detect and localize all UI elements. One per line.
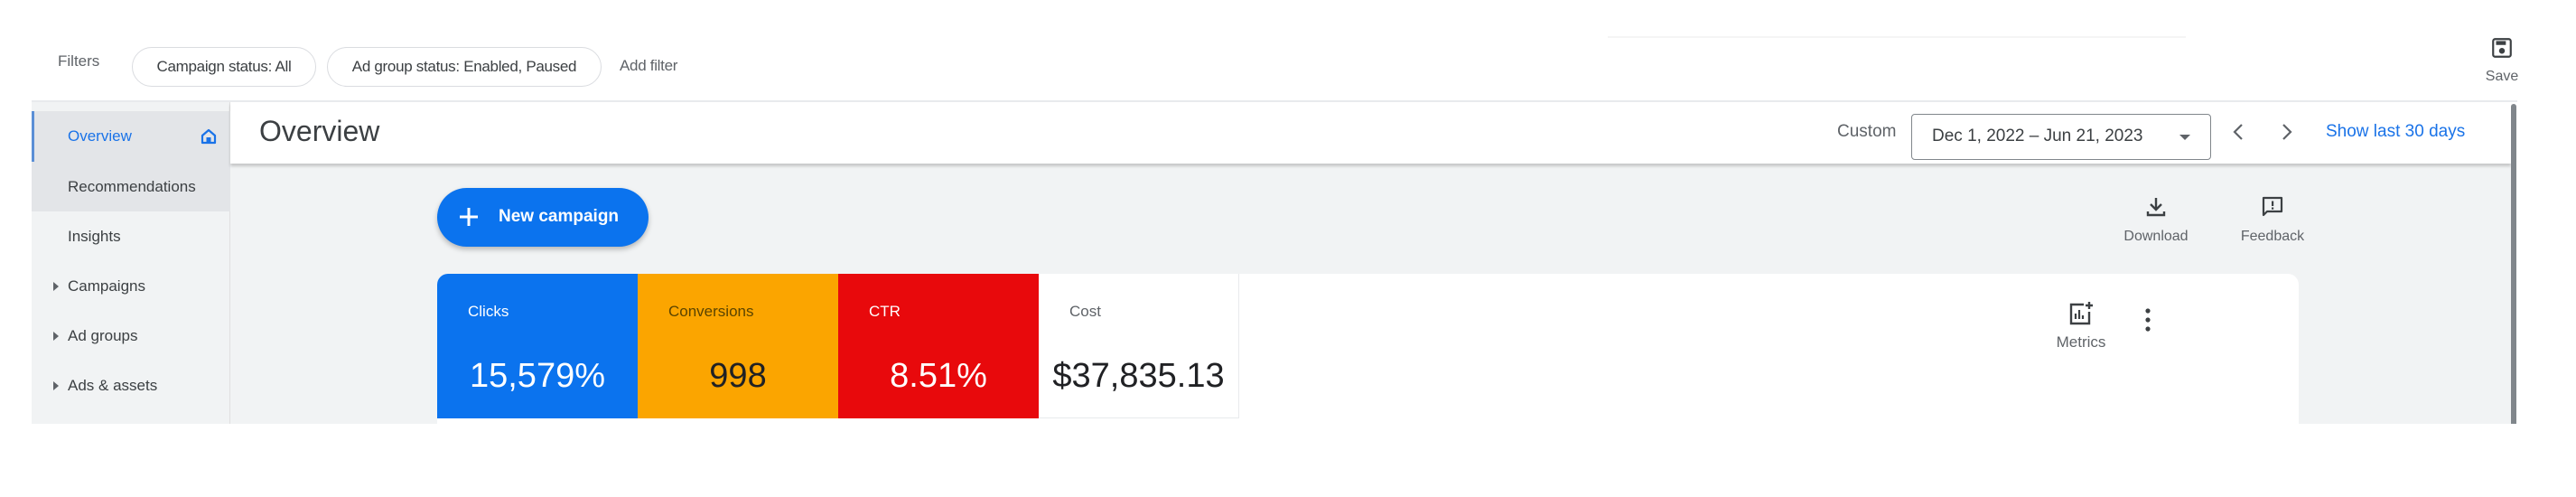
sidebar-item-recommendations[interactable]: Recommendations	[32, 162, 230, 211]
metric-label: Conversions	[668, 303, 754, 320]
date-range-value: Dec 1, 2022 – Jun 21, 2023	[1932, 127, 2143, 145]
sidebar-item-label: Campaigns	[68, 277, 145, 295]
metric-value: $37,835.13	[1052, 357, 1225, 395]
sidebar-item-ad-groups[interactable]: Ad groups	[32, 311, 230, 361]
metric-value: 998	[709, 357, 767, 395]
expand-caret-icon	[53, 380, 59, 390]
sidebar-item-insights[interactable]: Insights	[32, 211, 230, 261]
metric-tile-cost[interactable]: Cost $37,835.13	[1039, 274, 1239, 418]
sidebar: Overview Recommendations Insights Campai…	[32, 102, 230, 424]
feedback-label: Feedback	[2240, 229, 2305, 244]
date-range-picker[interactable]: Dec 1, 2022 – Jun 21, 2023	[1911, 114, 2211, 160]
filters-label: Filters	[58, 52, 100, 70]
download-icon	[2146, 198, 2166, 217]
metric-tile-clicks[interactable]: Clicks 15,579%	[437, 274, 638, 418]
metric-label: Clicks	[468, 303, 509, 320]
download-label: Download	[2123, 229, 2189, 244]
metric-label: CTR	[869, 303, 901, 320]
metrics-button[interactable]: Metrics	[2040, 301, 2122, 364]
expand-caret-icon	[53, 331, 59, 341]
page-header: Overview Custom Dec 1, 2022 – Jun 21, 20…	[230, 102, 2511, 164]
chevron-right-icon[interactable]	[2273, 118, 2301, 145]
performance-card: Clicks 15,579% Conversions 998 CTR 8.51%…	[437, 274, 2299, 424]
feedback-icon	[2262, 196, 2283, 217]
expand-caret-icon	[53, 281, 59, 291]
sidebar-item-campaigns[interactable]: Campaigns	[32, 261, 230, 311]
save-button[interactable]: Save	[2475, 36, 2529, 96]
metric-tile-conversions[interactable]: Conversions 998	[638, 274, 838, 418]
new-campaign-label: New campaign	[499, 207, 620, 226]
sidebar-item-label: Recommendations	[68, 177, 196, 195]
download-button[interactable]: Download	[2106, 194, 2206, 258]
sidebar-item-label: Ads & assets	[68, 376, 158, 394]
sidebar-item-overview[interactable]: Overview	[32, 111, 230, 162]
chevron-left-icon[interactable]	[2225, 118, 2252, 145]
filter-chip-campaign-status[interactable]: Campaign status: All	[132, 47, 316, 87]
sidebar-item-label: Overview	[68, 127, 132, 145]
save-icon	[2492, 38, 2512, 58]
metric-value: 15,579%	[469, 357, 605, 395]
metrics-label: Metrics	[2056, 333, 2106, 351]
divider	[1608, 36, 2186, 38]
save-label: Save	[2485, 69, 2519, 84]
new-campaign-button[interactable]: New campaign	[437, 188, 649, 247]
date-preset-label: Custom	[1837, 122, 1897, 141]
vertical-scrollbar[interactable]	[2511, 104, 2516, 424]
sidebar-item-label: Ad groups	[68, 326, 138, 344]
show-last-30-days-link[interactable]: Show last 30 days	[2326, 122, 2465, 142]
sidebar-item-ads-assets[interactable]: Ads & assets	[32, 361, 230, 410]
metric-tile-ctr[interactable]: CTR 8.51%	[838, 274, 1039, 418]
main-content: Overview Custom Dec 1, 2022 – Jun 21, 20…	[230, 102, 2511, 424]
home-icon	[201, 128, 217, 145]
more-vert-icon[interactable]	[2141, 306, 2155, 333]
feedback-button[interactable]: Feedback	[2223, 194, 2322, 258]
sidebar-item-label: Insights	[68, 227, 121, 245]
filter-chip-ad-group-status[interactable]: Ad group status: Enabled, Paused	[327, 47, 602, 87]
add-chart-icon	[2069, 302, 2093, 325]
metric-value: 8.51%	[890, 357, 987, 395]
add-filter-link[interactable]: Add filter	[620, 57, 677, 75]
plus-icon	[460, 208, 478, 226]
dropdown-arrow-icon	[2179, 135, 2190, 140]
page-title: Overview	[259, 115, 380, 147]
metric-label: Cost	[1069, 303, 1101, 320]
